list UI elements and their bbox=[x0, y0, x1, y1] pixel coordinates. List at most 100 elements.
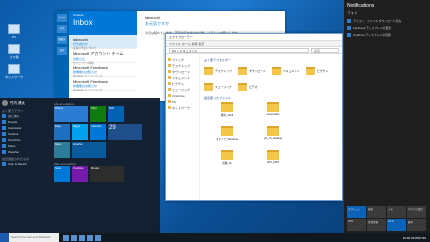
folder-item[interactable]: ドキュメント bbox=[272, 63, 306, 79]
nav-item[interactable]: ネットワーク bbox=[168, 105, 197, 111]
tile[interactable]: Calendar bbox=[90, 124, 106, 140]
quick-action[interactable]: 集中 bbox=[407, 219, 426, 231]
desktop-icon-pc[interactable]: PC bbox=[3, 24, 25, 39]
avatar bbox=[2, 100, 8, 106]
quick-action[interactable]: 位置情報 bbox=[367, 219, 386, 231]
clock-time: 10:30 bbox=[402, 235, 411, 240]
tile[interactable]: Weather bbox=[72, 142, 106, 158]
tile[interactable]: Maps bbox=[54, 142, 70, 158]
file-item[interactable]: スナップ_Windows bbox=[204, 126, 250, 150]
section-frequent: よく使うフォルダー bbox=[204, 58, 231, 62]
folder-item[interactable]: ピクチャ bbox=[306, 63, 340, 79]
rail-item[interactable]: 予定 bbox=[57, 25, 67, 33]
tile[interactable]: 29 bbox=[108, 124, 142, 140]
address-field[interactable]: PC > ドキュメント bbox=[169, 47, 309, 53]
action-center-title: Notifications bbox=[347, 3, 375, 9]
reading-from: takeuchi bbox=[145, 15, 160, 20]
desktop-icon-network[interactable]: ネットワーク bbox=[3, 64, 25, 79]
explorer-search[interactable]: 検索 bbox=[311, 47, 339, 53]
taskbar-search[interactable]: Search the web and Windows bbox=[9, 233, 59, 242]
quick-action[interactable]: VPN bbox=[347, 219, 366, 231]
rail-item[interactable]: 設定 bbox=[57, 47, 67, 55]
folder-icon bbox=[238, 83, 247, 91]
reading-subject: お元気ですか bbox=[145, 21, 169, 26]
explorer-address-bar: PC > ドキュメント 検索 bbox=[166, 47, 342, 54]
tile[interactable]: OneNote bbox=[72, 166, 88, 182]
action-center: Notifications フォト アイコン：ファイル ダウンロード済み Fac… bbox=[344, 0, 430, 233]
tile[interactable]: Mail bbox=[108, 106, 124, 122]
file-item[interactable]: 資料_2015 bbox=[204, 102, 250, 126]
mail-title: Inbox bbox=[73, 18, 93, 27]
mail-rail: メール 予定 連絡先 設定 bbox=[55, 11, 69, 101]
tile[interactable]: Photos bbox=[54, 106, 88, 122]
taskbar: Search the web and Windows 10:30 2015/07… bbox=[0, 233, 430, 242]
app-icon bbox=[2, 162, 6, 166]
file-icon bbox=[221, 102, 233, 112]
folder-item[interactable]: ビデオ bbox=[238, 79, 272, 95]
app-icon bbox=[347, 33, 351, 37]
rail-item[interactable]: 連絡先 bbox=[57, 36, 67, 44]
app-icon bbox=[2, 120, 6, 124]
notification-app: フォト bbox=[347, 11, 358, 15]
file-item[interactable]: pic_ch_desktop bbox=[250, 126, 296, 150]
app-icon bbox=[347, 26, 351, 30]
taskbar-apps bbox=[63, 234, 101, 241]
app-icon bbox=[2, 150, 6, 154]
explorer-icon[interactable] bbox=[79, 234, 85, 241]
clock-date: 2015/07/29 bbox=[410, 235, 426, 240]
mail-row[interactable]: Microsoft Feedback 新機能のお知らせ Windows フィードバッ… bbox=[69, 63, 137, 78]
mail-row[interactable]: Microsoft アカウント チーム お知らせ セキュリティ情報 bbox=[69, 49, 137, 65]
mail-list: takeuchi 打ち合わせ 来週の予定について Microsoft アカウント チ… bbox=[69, 35, 137, 101]
file-icon bbox=[267, 102, 279, 112]
tile[interactable]: Movies bbox=[90, 166, 124, 182]
mail-icon[interactable] bbox=[95, 234, 101, 241]
quick-action[interactable]: メモ bbox=[387, 206, 406, 218]
file-item[interactable]: screenshot bbox=[250, 102, 296, 126]
app-item[interactable]: Snip & Sketch bbox=[2, 161, 50, 167]
notification[interactable]: アイコン：ファイル ダウンロード済み bbox=[347, 19, 427, 23]
file-icon bbox=[221, 150, 233, 160]
mail-row[interactable]: Microsoft Feedback 新機能のお知らせ Windows フィードバッ… bbox=[69, 77, 137, 92]
app-icon bbox=[347, 19, 351, 23]
rail-item[interactable]: メール bbox=[57, 14, 67, 22]
system-tray[interactable]: 10:30 2015/07/29 bbox=[403, 236, 430, 240]
folder-item[interactable]: デスクトップ bbox=[204, 63, 238, 79]
app-icon bbox=[2, 138, 6, 142]
edge-icon[interactable] bbox=[71, 234, 77, 241]
folder-icon bbox=[204, 67, 213, 75]
quick-action[interactable]: Wi-Fi bbox=[387, 219, 406, 231]
tile[interactable]: Skype bbox=[72, 124, 88, 140]
quick-action[interactable]: すべての設定 bbox=[407, 206, 426, 218]
start-menu: 竹内 健太 よく使うアプリ はじめに People Calculator Out… bbox=[0, 98, 160, 233]
folder-icon bbox=[204, 83, 213, 91]
notification[interactable]: Facebook ディスプレイの更新 bbox=[347, 26, 427, 30]
folder-item[interactable]: ダウンロード bbox=[238, 63, 272, 79]
mail-row[interactable]: takeuchi 打ち合わせ 来週の予定について bbox=[69, 35, 137, 50]
file-item[interactable]: IMG_2015 bbox=[250, 150, 296, 174]
quick-action[interactable]: 接続 bbox=[367, 206, 386, 218]
file-icon bbox=[267, 150, 279, 160]
quick-action[interactable]: タブレット bbox=[347, 206, 366, 218]
quick-actions: タブレット 接続 メモ すべての設定 VPN 位置情報 Wi-Fi 集中 bbox=[347, 206, 427, 231]
tile[interactable]: Edge bbox=[54, 124, 70, 140]
file-icon bbox=[221, 126, 233, 136]
tile[interactable]: Store bbox=[54, 166, 70, 182]
app-icon bbox=[2, 132, 6, 136]
explorer-nav: クイック デスクトップ ダウンロード ドキュメント ピクチャ ミュージック On… bbox=[166, 55, 200, 200]
start-user[interactable]: 竹内 健太 bbox=[2, 100, 50, 106]
desktop-icon-recycle[interactable]: ゴミ箱 bbox=[3, 44, 25, 59]
notification[interactable]: OneDrive ディスプレイの同期 bbox=[347, 33, 427, 37]
task-view-icon[interactable] bbox=[63, 234, 69, 241]
tile[interactable]: Xbox bbox=[90, 106, 106, 122]
app-icon bbox=[2, 114, 6, 118]
mail-account: Outlook bbox=[73, 13, 84, 17]
folder-icon bbox=[306, 67, 315, 75]
store-icon[interactable] bbox=[87, 234, 93, 241]
folder-icon bbox=[238, 67, 247, 75]
file-item[interactable]: 画像_01 bbox=[204, 150, 250, 174]
folder-item[interactable]: ミュージック bbox=[204, 79, 238, 95]
app-item[interactable]: Weather bbox=[2, 149, 50, 155]
start-button[interactable] bbox=[0, 233, 9, 242]
explorer-title: エクスプローラー bbox=[166, 34, 342, 41]
explorer-window: エクスプローラー ファイル ホーム 共有 表示 PC > ドキュメント 検索 ク… bbox=[165, 33, 343, 201]
